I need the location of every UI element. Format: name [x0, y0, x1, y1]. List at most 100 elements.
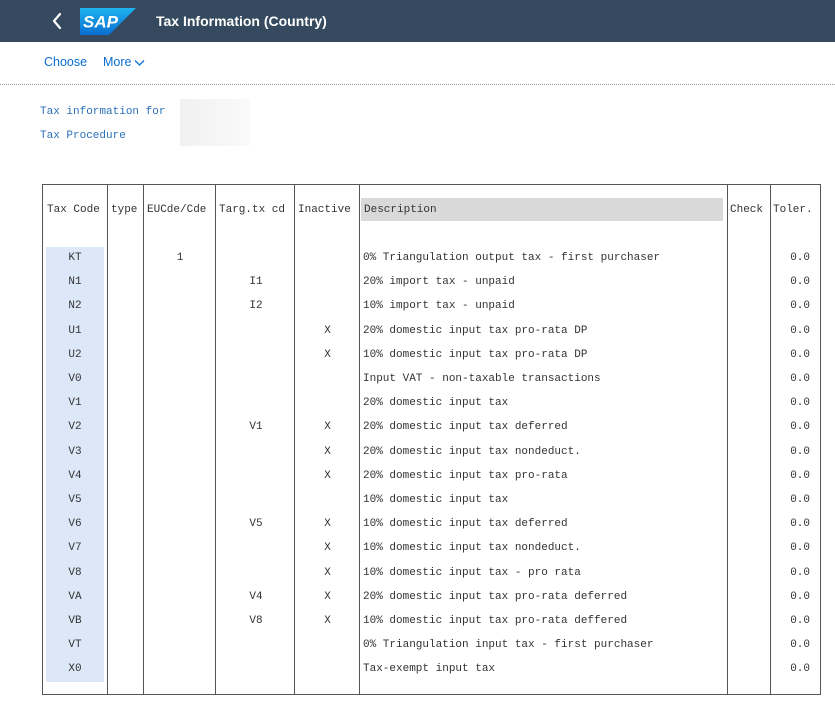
tolerance-cell: 0.0	[790, 373, 810, 385]
table-row[interactable]: N2 I2 10% import tax - unpaid 0.0	[43, 294, 820, 318]
target-tax-code-cell	[217, 464, 295, 488]
sap-logo-text: SAP	[83, 13, 119, 32]
tolerance-cell: 0.0	[790, 445, 810, 458]
tax-code-cell[interactable]: VT	[46, 633, 104, 657]
header-targ-tx-cd[interactable]: Targ.tx cd	[219, 198, 294, 221]
table-row[interactable]: VT 0% Triangulation input tax - first pur…	[43, 633, 820, 657]
table-row[interactable]: V3 X 20% domestic input tax nondeduct. 0.0	[43, 440, 820, 464]
eucde-cell	[145, 464, 215, 488]
inactive-cell: X	[324, 590, 331, 603]
table-row[interactable]: VB V8 X 10% domestic input tax pro-rata def…	[43, 609, 820, 633]
table-row[interactable]: V0 Input VAT - non-taxable transactions 0.…	[43, 367, 820, 391]
table-row[interactable]: V8 X 10% domestic input tax - pro rata 0.0	[43, 561, 820, 585]
tolerance-cell: 0.0	[790, 639, 810, 652]
header-inactive[interactable]: Inactive	[298, 198, 359, 221]
description-cell: 10% domestic input tax nondeduct.	[363, 542, 581, 555]
table-row[interactable]: U1 X 20% domestic input tax pro-rata DP 0.0	[43, 319, 820, 343]
eucde-cell	[145, 657, 215, 681]
eucde-cell	[145, 512, 215, 536]
eucde-cell: 1	[176, 252, 184, 264]
header-toler[interactable]: Toler.	[773, 198, 819, 221]
eucde-cell	[145, 488, 215, 512]
header-type[interactable]: type	[111, 198, 143, 221]
table-row[interactable]: VA V4 X 20% domestic input tax pro-rata def…	[43, 585, 820, 609]
tolerance-cell: 0.0	[790, 300, 810, 313]
tolerance-cell: 0.0	[790, 542, 810, 555]
tax-code-cell[interactable]: V4	[46, 464, 104, 488]
target-tax-code-cell	[217, 440, 295, 464]
tolerance-cell: 0.0	[790, 252, 810, 264]
table-row[interactable]: V7 X 10% domestic input tax nondeduct. 0.0	[43, 536, 820, 560]
description-cell: 0% Triangulation output tax - first purc…	[363, 252, 661, 264]
tolerance-cell: 0.0	[790, 276, 810, 289]
tolerance-cell: 0.0	[790, 566, 810, 579]
description-cell: Input VAT - non-taxable transactions	[363, 373, 601, 385]
table-row[interactable]: X0 Tax-exempt input tax 0.0	[43, 657, 820, 681]
tax-code-cell[interactable]: VA	[46, 585, 104, 609]
tax-code-cell[interactable]: V1	[46, 391, 104, 415]
table-row[interactable]: V6 V5 X 10% domestic input tax deferred 0.0	[43, 512, 820, 536]
inactive-cell: X	[324, 469, 331, 482]
description-cell: 20% domestic input tax	[363, 397, 509, 410]
target-tax-code-cell	[217, 633, 295, 657]
target-tax-code-cell	[217, 343, 295, 367]
tax-code-cell[interactable]: V0	[46, 367, 104, 391]
table-row[interactable]: KT 1 0% Triangulation output tax - first p…	[43, 246, 820, 270]
tax-code-cell[interactable]: VB	[46, 609, 104, 633]
tax-code-cell[interactable]: V3	[46, 440, 104, 464]
description-cell: 20% domestic input tax deferred	[363, 421, 568, 434]
description-cell: 20% domestic input tax pro-rata	[363, 469, 568, 482]
tax-procedure-label: Tax Procedure	[40, 130, 126, 142]
sap-logo[interactable]: SAP	[80, 8, 136, 35]
target-tax-code-cell: V1	[249, 421, 263, 434]
description-cell: 10% domestic input tax pro-rata deffered	[363, 615, 628, 627]
tax-code-cell[interactable]: U1	[46, 319, 104, 343]
description-cell: 20% domestic input tax pro-rata deferred	[363, 590, 628, 603]
eucde-cell	[145, 536, 215, 560]
tax-code-cell[interactable]: X0	[46, 657, 104, 681]
tax-code-cell[interactable]: V5	[46, 488, 104, 512]
tax-code-cell[interactable]: N1	[46, 270, 104, 294]
tolerance-cell: 0.0	[790, 615, 810, 627]
target-tax-code-cell: I2	[249, 300, 263, 313]
inactive-cell	[296, 294, 359, 318]
more-button[interactable]: More	[103, 55, 145, 69]
tax-code-cell[interactable]: V7	[46, 536, 104, 560]
description-cell: 20% domestic input tax nondeduct.	[363, 445, 581, 458]
tax-code-cell[interactable]: V6	[46, 512, 104, 536]
redacted-value	[180, 99, 250, 146]
tax-code-cell[interactable]: V8	[46, 561, 104, 585]
header-eucde[interactable]: EUCde/Cde	[147, 198, 215, 221]
description-cell: 0% Triangulation input tax - first purch…	[363, 639, 654, 652]
table-row[interactable]: V5 10% domestic input tax 0.0	[43, 488, 820, 512]
back-button[interactable]	[46, 9, 68, 33]
inactive-cell: X	[324, 542, 331, 555]
description-cell: 10% domestic input tax pro-rata DP	[363, 348, 588, 361]
table-row[interactable]: V2 V1 X 20% domestic input tax deferred 0.0	[43, 415, 820, 439]
tolerance-cell: 0.0	[790, 348, 810, 361]
eucde-cell	[145, 343, 215, 367]
shell-bar: SAP Tax Information (Country)	[0, 0, 835, 42]
table-row[interactable]: V4 X 20% domestic input tax pro-rata 0.0	[43, 464, 820, 488]
inactive-cell: X	[324, 566, 331, 579]
target-tax-code-cell	[217, 488, 295, 512]
table-row[interactable]: U2 X 10% domestic input tax pro-rata DP 0.0	[43, 343, 820, 367]
more-button-label: More	[103, 55, 132, 69]
choose-button[interactable]: Choose	[44, 55, 87, 69]
tax-code-cell[interactable]: N2	[46, 294, 104, 318]
header-check[interactable]: Check	[730, 198, 770, 221]
page-title: Tax Information (Country)	[156, 13, 327, 29]
tax-code-cell[interactable]: U2	[46, 343, 104, 367]
target-tax-code-cell: V4	[249, 590, 263, 603]
table-header: Tax Code type EUCde/Cde Targ.tx cd Inact…	[43, 185, 820, 235]
header-description[interactable]: Description	[361, 198, 723, 221]
target-tax-code-cell: V8	[249, 615, 263, 627]
table-row[interactable]: N1 I1 20% import tax - unpaid 0.0	[43, 270, 820, 294]
header-tax-code[interactable]: Tax Code	[47, 198, 105, 221]
tax-code-cell[interactable]: V2	[46, 415, 104, 439]
tolerance-cell: 0.0	[790, 421, 810, 434]
eucde-cell	[145, 415, 215, 439]
inactive-cell	[296, 270, 359, 294]
tax-code-cell[interactable]: KT	[46, 246, 104, 270]
table-row[interactable]: V1 20% domestic input tax 0.0	[43, 391, 820, 415]
